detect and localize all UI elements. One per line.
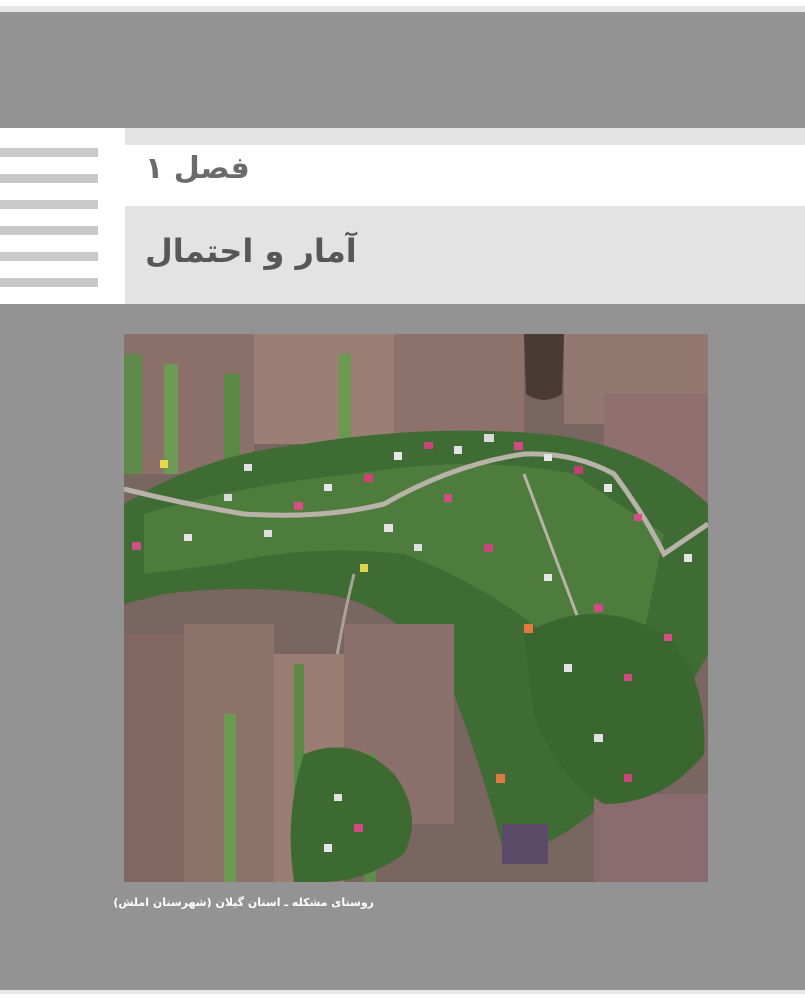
- aerial-photo-illustration: [124, 334, 708, 882]
- figure-caption: روستای مشکله ـ استان گیلان (شهرستان املش…: [113, 896, 374, 909]
- decorative-stripes: [0, 128, 98, 304]
- stripe: [0, 278, 98, 287]
- header-divider: [98, 128, 125, 304]
- stripe: [0, 148, 98, 157]
- chapter-number: فصل ۱: [145, 151, 250, 186]
- chapter-title-row: آمار و احتمال: [125, 206, 805, 304]
- book-page: فصل ۱ آمار و احتمال روستای مشکله ـ استان…: [0, 6, 805, 994]
- stripe: [0, 174, 98, 183]
- aerial-village-photo: [124, 334, 708, 882]
- chapter-header: فصل ۱ آمار و احتمال: [0, 128, 805, 304]
- chapter-title: آمار و احتمال: [145, 232, 357, 270]
- top-edge: [0, 6, 805, 12]
- chapter-label-row: فصل ۱: [125, 128, 805, 206]
- bottom-edge: [0, 990, 805, 994]
- stripe: [0, 200, 98, 209]
- stripe: [0, 226, 98, 235]
- stripe: [0, 252, 98, 261]
